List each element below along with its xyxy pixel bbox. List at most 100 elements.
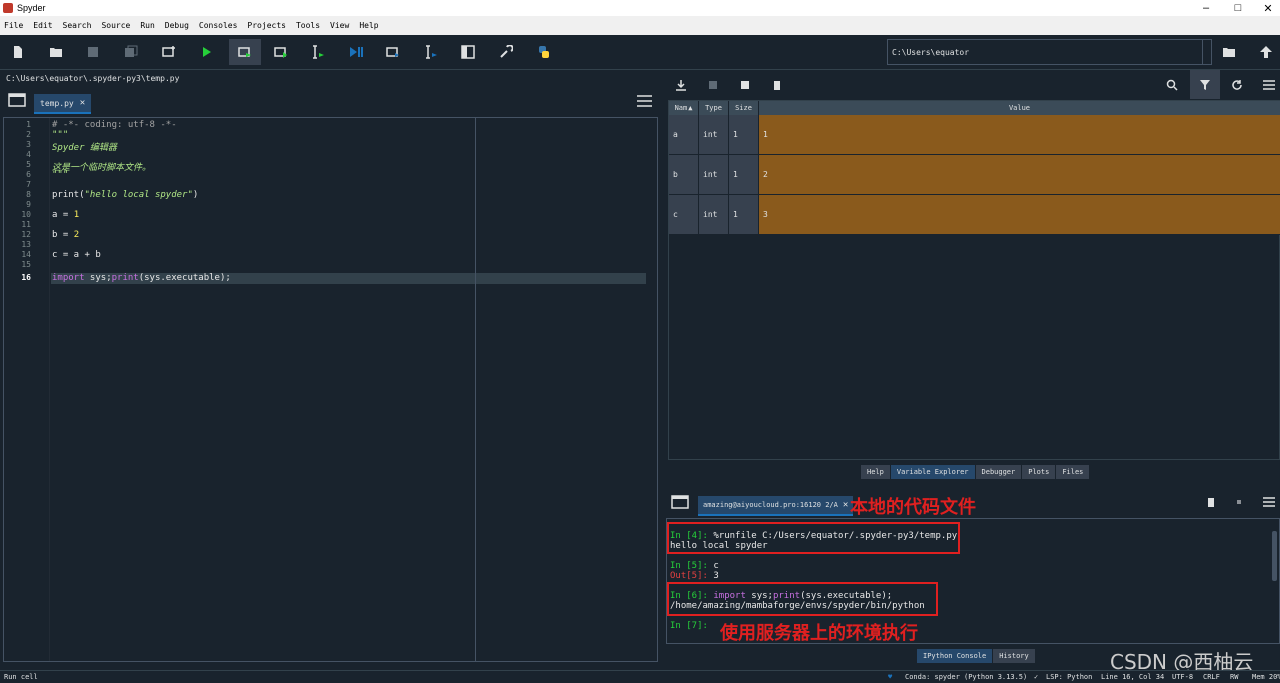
menu-tools[interactable]: Tools [296,21,320,30]
open-file-button[interactable] [43,39,69,65]
run-cell-button[interactable] [229,39,261,65]
debug-cell-button[interactable] [380,39,406,65]
remove-console-variables-button[interactable] [1198,489,1224,515]
python-path-button[interactable] [531,39,557,65]
close-window-button[interactable]: ✕ [1252,0,1280,16]
browse-tabs-icon[interactable] [8,93,26,107]
tab-plots[interactable]: Plots [1022,465,1057,479]
tab-remote-console[interactable]: amazing@aiyoucloud.pro:16120 2/A ✕ [698,496,854,516]
menu-source[interactable]: Source [101,21,130,30]
cell-type[interactable]: int [699,195,728,235]
tab-temp-py[interactable]: temp.py ✕ [34,94,92,114]
bottom-pane-tabs: IPython Console History [917,649,1036,663]
menu-bar: File Edit Search Source Run Debug Consol… [0,16,1280,35]
column-header-type[interactable]: Type [699,101,729,115]
new-file-button[interactable] [5,39,31,65]
tab-ipython-console[interactable]: IPython Console [917,649,994,663]
run-cell-icon [238,47,251,57]
save-data-button[interactable] [700,72,726,98]
console-menu-button[interactable] [1256,489,1280,515]
code-line-1: # -*- coding: utf-8 -*- [52,120,177,130]
search-icon [1166,79,1178,91]
tab-help[interactable]: Help [861,465,891,479]
tab-debugger[interactable]: Debugger [975,465,1023,479]
menu-file[interactable]: File [4,21,23,30]
cell-size[interactable]: 1 [729,115,758,155]
maximize-button[interactable]: □ [1222,0,1254,16]
variable-explorer-menu-button[interactable] [1256,72,1280,98]
run-icon [203,47,211,57]
save-button[interactable] [80,39,106,65]
line-number: 9 [26,200,31,209]
maximize-pane-button[interactable] [455,39,481,65]
menu-view[interactable]: View [330,21,349,30]
line-number: 15 [21,260,31,269]
column-header-name[interactable]: Nam ▲ [669,101,699,115]
browse-tabs-icon[interactable] [671,495,689,509]
cell-type[interactable]: int [699,155,728,195]
menu-search[interactable]: Search [63,21,92,30]
cell-size[interactable]: 1 [729,155,758,195]
code-line-3: Spyder 编辑器 [52,143,117,153]
save-data-as-button[interactable] [732,72,758,98]
cell-name[interactable]: b [669,155,698,195]
menu-help[interactable]: Help [359,21,378,30]
hamburger-menu-icon [1263,80,1275,90]
assign-a: a = [52,210,74,220]
status-conda[interactable]: Conda: spyder (Python 3.13.5) [905,673,1027,681]
ipython-console[interactable]: In [4]: %runfile C:/Users/equator/.spyde… [666,518,1280,644]
refresh-variables-button[interactable] [1224,72,1250,98]
close-tab-icon[interactable]: ✕ [80,98,85,108]
console-scrollbar[interactable] [1272,531,1277,581]
column-header-value[interactable]: Value [759,101,1280,115]
working-directory-dropdown[interactable] [1203,39,1212,65]
cell-size[interactable]: 1 [729,195,758,235]
code-text: sys; [84,273,112,283]
filter-variables-button[interactable] [1190,70,1220,99]
interrupt-kernel-button[interactable] [1226,489,1252,515]
browse-directory-button[interactable] [1216,39,1242,65]
column-header-size[interactable]: Size [729,101,759,115]
check-icon: ✓ [1034,673,1039,681]
preferences-button[interactable] [493,39,519,65]
code-text: (sys.executable); [138,273,231,283]
cell-name[interactable]: a [669,115,698,155]
cell-value[interactable]: 2 [759,155,1280,195]
output-prompt: Out[5]: [670,571,714,581]
status-lsp[interactable]: LSP: Python [1046,673,1092,681]
cell-type[interactable]: int [699,115,728,155]
string-literal: "hello local spyder" [84,190,193,200]
run-cell-advance-button[interactable] [268,39,294,65]
sort-asc-icon: ▲ [688,104,693,112]
run-button[interactable] [193,39,219,65]
search-variables-button[interactable] [1159,72,1185,98]
debug-button[interactable] [343,39,369,65]
tab-files[interactable]: Files [1056,465,1091,479]
code-line-6: """ [52,170,69,180]
save-all-button[interactable] [118,39,144,65]
tab-history[interactable]: History [993,649,1036,663]
menu-consoles[interactable]: Consoles [199,21,238,30]
close-tab-icon[interactable]: ✕ [843,500,848,510]
debug-selection-button[interactable] [418,39,444,65]
console-line-in5: In [5]: c [670,561,719,571]
line-number: 6 [26,170,31,179]
new-cell-button[interactable] [156,39,182,65]
hamburger-menu-icon[interactable] [637,95,652,107]
import-data-button[interactable] [668,72,694,98]
menu-run[interactable]: Run [140,21,154,30]
cell-value[interactable]: 3 [759,195,1280,235]
cell-value[interactable]: 1 [759,115,1280,155]
run-selection-button[interactable] [305,39,331,65]
parent-directory-button[interactable] [1253,39,1279,65]
menu-projects[interactable]: Projects [247,21,286,30]
tab-variable-explorer[interactable]: Variable Explorer [890,465,976,479]
filter-icon [1200,79,1210,90]
menu-debug[interactable]: Debug [165,21,189,30]
code-editor[interactable]: 1 2 3 4 5 6 7 8 9 10 11 12 13 14 15 16 #… [3,117,658,662]
working-directory-input[interactable]: C:\Users\equator [887,39,1203,65]
remove-all-variables-button[interactable] [764,72,790,98]
minimize-button[interactable]: – [1190,0,1222,16]
cell-name[interactable]: c [669,195,698,235]
menu-edit[interactable]: Edit [33,21,52,30]
